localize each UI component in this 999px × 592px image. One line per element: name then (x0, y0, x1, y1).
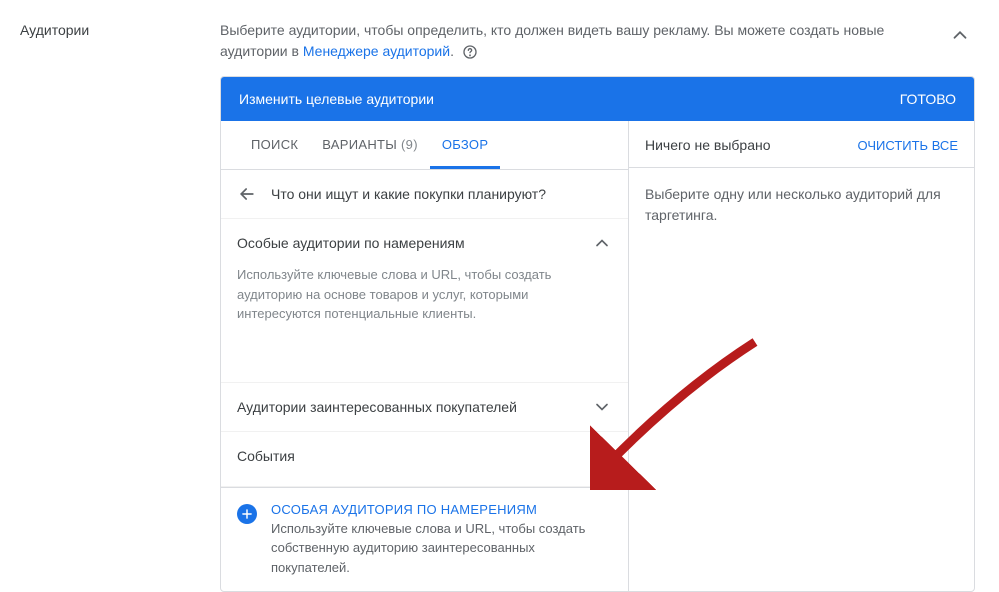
accordion-desc-intent: Используйте ключевые слова и URL, чтобы … (237, 253, 612, 324)
intro-period: . (450, 43, 454, 59)
right-column: Ничего не выбрано ОЧИСТИТЬ ВСЕ Выберите … (629, 121, 974, 591)
custom-intent-title: ОСОБАЯ АУДИТОРИЯ ПО НАМЕРЕНИЯМ (271, 502, 612, 517)
chevron-up-icon (592, 233, 612, 253)
accordion-title-inmarket: Аудитории заинтересованных покупателей (237, 399, 517, 415)
breadcrumb-text: Что они ищут и какие покупки планируют? (271, 186, 546, 202)
accordion-title-events: События (237, 448, 295, 464)
audience-card: Изменить целевые аудитории ГОТОВО ПОИСК … (220, 76, 975, 592)
card-header: Изменить целевые аудитории ГОТОВО (221, 77, 974, 121)
accordion-title-intent: Особые аудитории по намерениям (237, 235, 465, 251)
accordion-events[interactable]: События (221, 432, 628, 487)
chevron-down-icon (592, 397, 612, 417)
chevron-down-icon (592, 446, 612, 466)
section-label: Аудитории (20, 20, 220, 592)
accordion-custom-intent[interactable]: Особые аудитории по намерениям Используй… (221, 219, 628, 383)
tab-search[interactable]: ПОИСК (239, 121, 310, 169)
tab-variants[interactable]: ВАРИАНТЫ (9) (310, 121, 430, 169)
tab-variants-label: ВАРИАНТЫ (322, 137, 397, 152)
accordion-inmarket[interactable]: Аудитории заинтересованных покупателей (221, 383, 628, 432)
plus-icon (237, 504, 257, 524)
selection-status: Ничего не выбрано (645, 137, 771, 153)
card-title: Изменить целевые аудитории (239, 91, 434, 107)
done-button[interactable]: ГОТОВО (900, 91, 956, 107)
selection-helper: Выберите одну или несколько аудиторий дл… (629, 168, 974, 242)
collapse-section-icon[interactable] (949, 24, 971, 46)
left-column: ПОИСК ВАРИАНТЫ (9) ОБЗОР Что они ищут и … (221, 121, 629, 591)
tab-overview[interactable]: ОБЗОР (430, 121, 501, 169)
clear-all-button[interactable]: ОЧИСТИТЬ ВСЕ (858, 138, 958, 153)
back-arrow-icon[interactable] (237, 184, 257, 204)
help-icon[interactable] (462, 44, 478, 60)
breadcrumb: Что они ищут и какие покупки планируют? (221, 170, 628, 219)
audience-manager-link[interactable]: Менеджере аудиторий (303, 43, 450, 59)
tabs: ПОИСК ВАРИАНТЫ (9) ОБЗОР (221, 121, 628, 170)
create-custom-intent[interactable]: ОСОБАЯ АУДИТОРИЯ ПО НАМЕРЕНИЯМ Используй… (221, 487, 628, 592)
custom-intent-desc: Используйте ключевые слова и URL, чтобы … (271, 517, 612, 578)
tab-variants-count: (9) (401, 137, 418, 152)
intro-text: Выберите аудитории, чтобы определить, кт… (220, 20, 975, 76)
